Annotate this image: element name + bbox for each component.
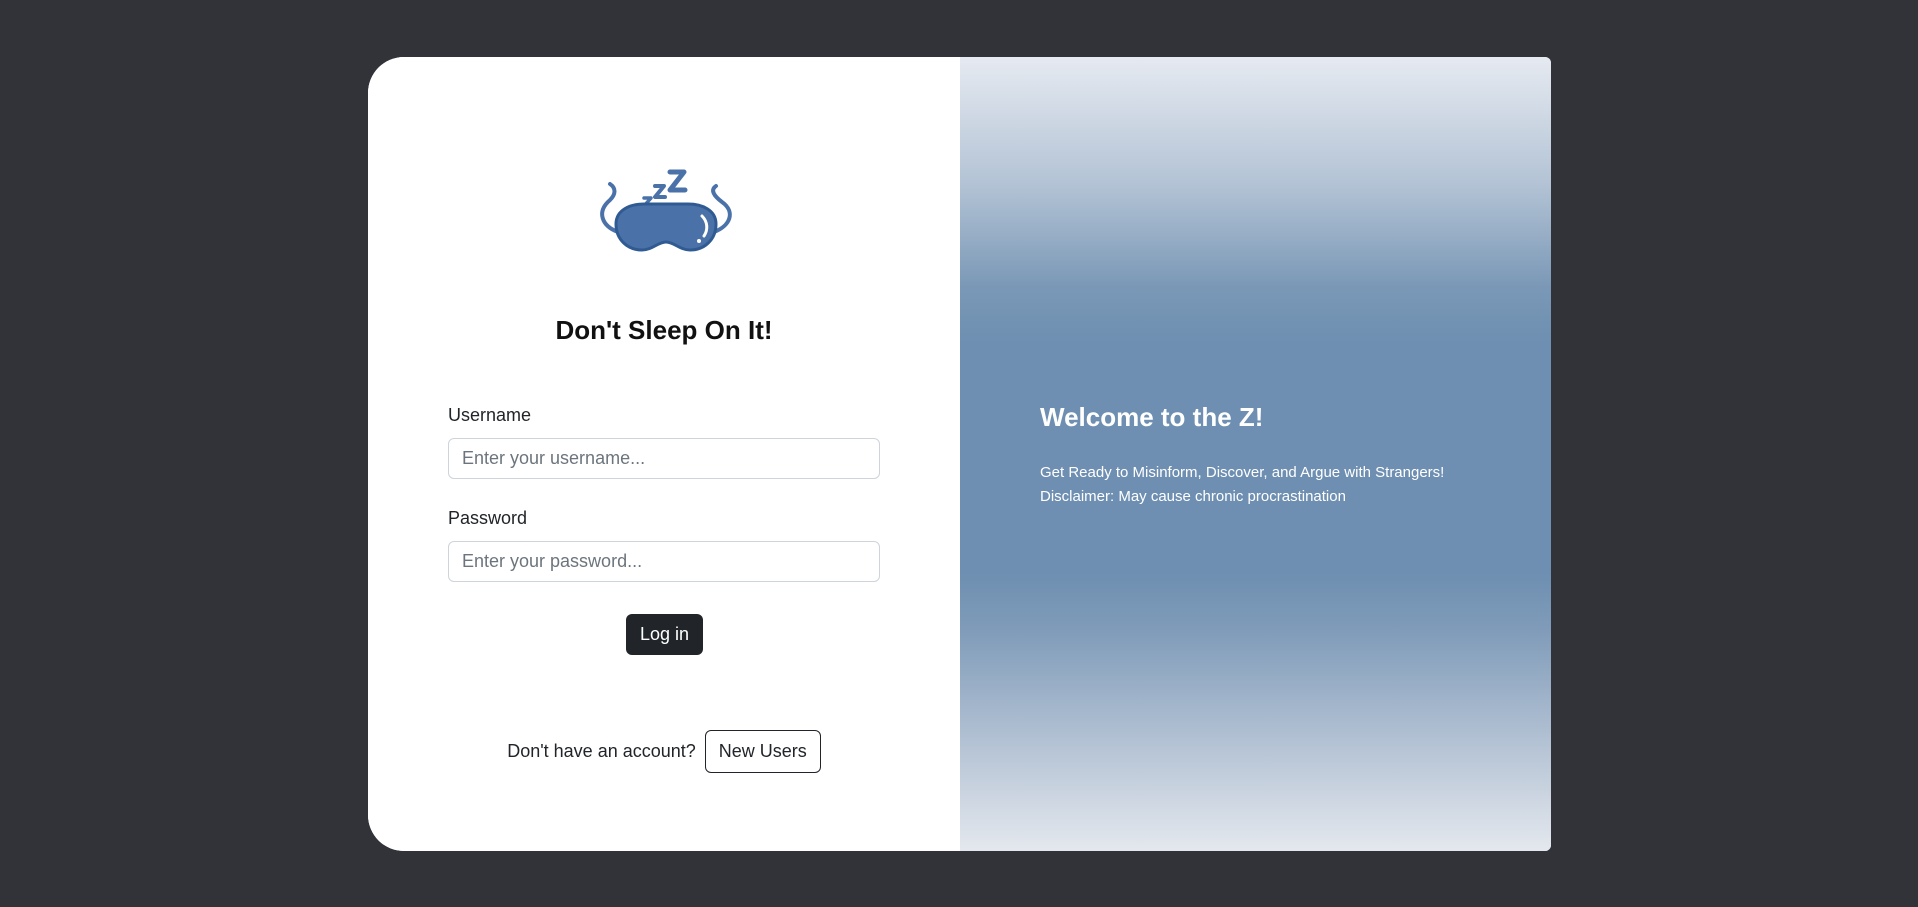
signup-prompt: Don't have an account?	[507, 741, 696, 761]
login-button[interactable]: Log in	[626, 614, 703, 655]
welcome-title: Welcome to the Z!	[1040, 402, 1264, 432]
welcome-panel: Welcome to the Z! Get Ready to Misinform…	[960, 57, 1551, 851]
login-panel: Don't Sleep On It! Username Password Log…	[368, 57, 960, 851]
username-input[interactable]	[448, 438, 880, 479]
username-label: Username	[448, 405, 532, 425]
login-card: Don't Sleep On It! Username Password Log…	[368, 57, 1551, 851]
signup-row: Don't have an account? New Users	[368, 730, 960, 773]
password-input[interactable]	[448, 541, 880, 582]
welcome-disclaimer: Disclaimer: May cause chronic procrastin…	[1040, 488, 1346, 505]
new-users-button[interactable]: New Users	[704, 730, 821, 773]
app-title: Don't Sleep On It!	[555, 315, 773, 345]
sleep-mask-icon	[600, 169, 732, 252]
password-label: Password	[448, 508, 528, 528]
welcome-tagline: Get Ready to Misinform, Discover, and Ar…	[1040, 464, 1445, 481]
